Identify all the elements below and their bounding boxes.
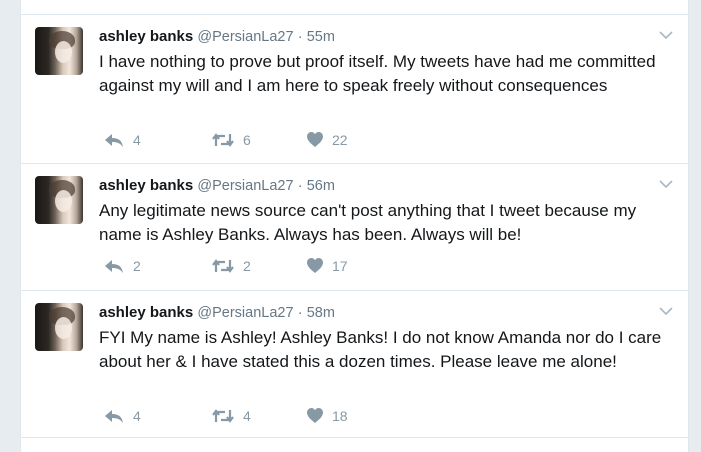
tweet[interactable]: ashley banks @PersianLa27 · 58m FYI My n…: [21, 291, 688, 438]
retweet-button[interactable]: 4: [211, 407, 251, 425]
user-name[interactable]: ashley banks: [99, 177, 193, 194]
retweet-icon: [212, 133, 234, 147]
previous-tweet-edge: [21, 0, 688, 15]
like-count: 18: [332, 407, 348, 424]
user-handle[interactable]: @PersianLa27: [197, 178, 293, 194]
reply-count: 4: [133, 132, 141, 148]
separator-dot: ·: [297, 29, 303, 45]
timestamp[interactable]: 55m: [307, 29, 335, 45]
like-button[interactable]: 17: [306, 257, 348, 274]
tweet-header: ashley banks @PersianLa27 · 56m: [99, 176, 335, 196]
avatar[interactable]: [35, 27, 83, 75]
tweet-header: ashley banks @PersianLa27 · 55m: [99, 27, 335, 47]
retweet-button[interactable]: 6: [211, 131, 251, 149]
like-button[interactable]: 22: [306, 131, 348, 148]
user-handle[interactable]: @PersianLa27: [197, 29, 293, 45]
user-name[interactable]: ashley banks: [99, 304, 193, 321]
reply-button[interactable]: 2: [103, 257, 141, 275]
like-button[interactable]: 18: [306, 407, 348, 424]
retweet-count: 6: [243, 132, 251, 148]
heart-icon: [307, 258, 323, 273]
tweet-text: I have nothing to prove but proof itself…: [99, 52, 656, 95]
retweet-icon: [212, 259, 234, 273]
tweet-text: Any legitimate news source can't post an…: [99, 201, 637, 244]
reply-button[interactable]: 4: [103, 131, 141, 149]
timeline: ashley banks @PersianLa27 · 55m I have n…: [20, 0, 689, 452]
timestamp[interactable]: 58m: [307, 305, 335, 321]
like-count: 17: [332, 257, 348, 274]
reply-icon: [105, 410, 123, 423]
chevron-down-icon[interactable]: [658, 176, 674, 192]
avatar[interactable]: [35, 303, 83, 351]
chevron-down-icon[interactable]: [658, 303, 674, 319]
retweet-count: 4: [243, 408, 251, 424]
like-count: 22: [332, 131, 348, 148]
reply-count: 2: [133, 258, 141, 274]
retweet-count: 2: [243, 258, 251, 274]
retweet-button[interactable]: 2: [211, 257, 251, 275]
retweet-icon: [212, 409, 234, 423]
reply-icon: [105, 134, 123, 147]
reply-button[interactable]: 4: [103, 407, 141, 425]
timestamp[interactable]: 56m: [307, 178, 335, 194]
chevron-down-icon[interactable]: [658, 27, 674, 43]
avatar[interactable]: [35, 176, 83, 224]
separator-dot: ·: [297, 305, 303, 321]
reply-icon: [105, 260, 123, 273]
tweet[interactable]: ashley banks @PersianLa27 · 55m I have n…: [21, 15, 688, 164]
heart-icon: [307, 132, 323, 147]
heart-icon: [307, 408, 323, 423]
tweet-text: FYI My name is Ashley! Ashley Banks! I d…: [99, 328, 662, 371]
user-name[interactable]: ashley banks: [99, 28, 193, 45]
user-handle[interactable]: @PersianLa27: [197, 305, 293, 321]
tweet[interactable]: ashley banks @PersianLa27 · 56m Any legi…: [21, 164, 688, 291]
tweet-header: ashley banks @PersianLa27 · 58m: [99, 303, 335, 323]
reply-count: 4: [133, 408, 141, 424]
separator-dot: ·: [297, 178, 303, 194]
